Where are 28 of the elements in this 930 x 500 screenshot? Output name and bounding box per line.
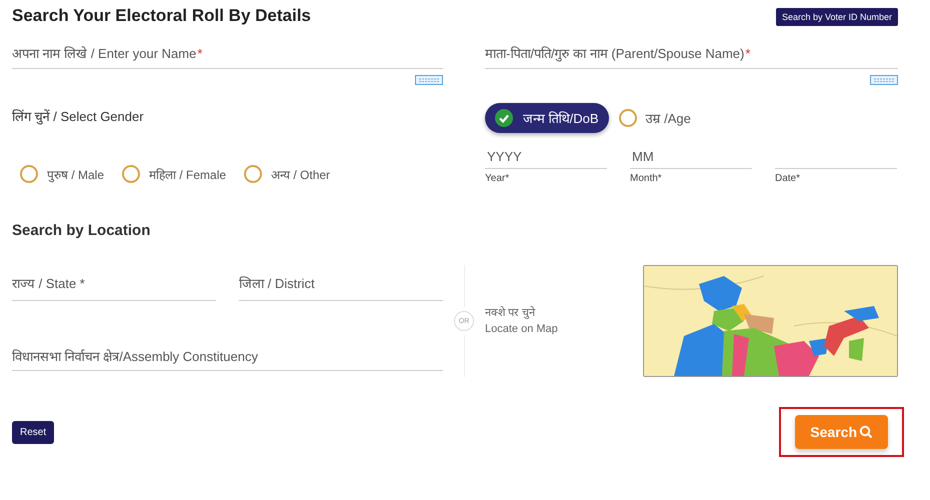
keyboard-icon[interactable] — [415, 75, 443, 85]
page-title: Search Your Electoral Roll By Details — [12, 6, 311, 26]
required-mark: * — [197, 46, 202, 60]
state-field[interactable]: राज्य / State * — [12, 276, 216, 291]
field-caption: Year* — [485, 173, 510, 184]
gender-radio[interactable]: महिला / Female — [122, 165, 226, 183]
district-field[interactable]: जिला / District — [239, 276, 443, 291]
map-hint: Locate on Map — [485, 322, 558, 337]
section-heading: Search by Location — [12, 222, 152, 239]
check-icon — [495, 109, 513, 127]
gender-radio[interactable]: पुरुष / Male — [20, 165, 104, 183]
required-mark: * — [745, 46, 750, 60]
name-field[interactable]: अपना नाम लिखे / Enter your Name — [12, 44, 196, 62]
field-caption: Date* — [775, 173, 802, 184]
date-part-field[interactable]: MM — [632, 149, 750, 164]
gender-label: लिंग चुनें / Select Gender — [12, 108, 145, 125]
parent-name-field[interactable]: माता-पिता/पति/गुरु का नाम (Parent/Spouse Name) — [485, 44, 744, 62]
date-part-field[interactable]: YYYY — [487, 149, 605, 164]
voter-id-search-button[interactable]: Search by Voter ID Number — [776, 8, 898, 26]
field-caption: Month* — [630, 173, 663, 184]
age-radio[interactable]: उम्र /Age — [618, 109, 691, 127]
gender-radio[interactable]: अन्य / Other — [244, 165, 330, 183]
dob-toggle[interactable]: जन्म तिथि/DoB — [485, 103, 609, 133]
assembly-field[interactable]: विधानसभा निर्वाचन क्षेत्र/Assembly Constituency — [12, 349, 443, 364]
map-hint: नक्शे पर चुने — [485, 305, 536, 321]
search-icon — [859, 425, 873, 439]
keyboard-icon[interactable] — [870, 75, 898, 85]
reset-button[interactable]: Reset — [12, 420, 54, 444]
